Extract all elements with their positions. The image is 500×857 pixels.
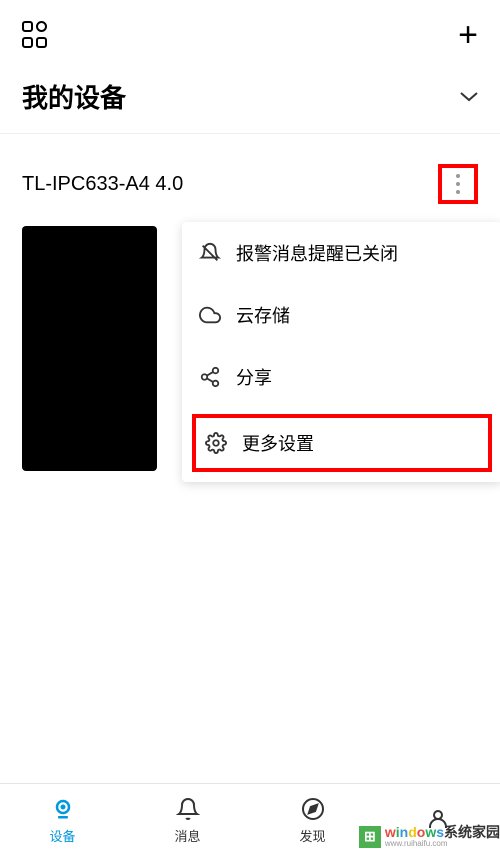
context-menu: 报警消息提醒已关闭 云存储 分享 更多设置 bbox=[182, 222, 500, 482]
page-title: 我的设备 bbox=[22, 78, 126, 115]
bell-off-icon bbox=[198, 241, 222, 265]
chevron-down-icon[interactable] bbox=[460, 85, 478, 108]
more-options-button[interactable] bbox=[438, 164, 478, 204]
device-name: TL-IPC633-A4 4.0 bbox=[22, 173, 183, 196]
add-device-icon[interactable]: + bbox=[458, 18, 478, 52]
layout-grid-icon[interactable] bbox=[22, 21, 50, 49]
menu-label: 报警消息提醒已关闭 bbox=[236, 240, 398, 266]
menu-item-share[interactable]: 分享 bbox=[182, 346, 500, 408]
menu-label: 分享 bbox=[236, 364, 272, 390]
nav-label: 设备 bbox=[49, 826, 75, 845]
cloud-icon bbox=[198, 303, 222, 327]
nav-label: 发现 bbox=[299, 826, 325, 845]
menu-label: 更多设置 bbox=[242, 430, 314, 456]
watermark-sub: www.ruihaifu.com bbox=[385, 840, 500, 849]
watermark-logo-icon: ⊞ bbox=[359, 826, 381, 848]
menu-item-cloud[interactable]: 云存储 bbox=[182, 284, 500, 346]
camera-preview[interactable] bbox=[22, 226, 157, 471]
share-icon bbox=[198, 365, 222, 389]
discover-icon bbox=[300, 796, 326, 822]
nav-label: 消息 bbox=[174, 826, 200, 845]
watermark: ⊞ windows系统家园 www.ruihaifu.com bbox=[359, 825, 500, 849]
settings-icon bbox=[204, 431, 228, 455]
nav-item-discover[interactable]: 发现 bbox=[250, 784, 375, 857]
device-icon bbox=[50, 796, 76, 822]
menu-label: 云存储 bbox=[236, 302, 290, 328]
message-icon bbox=[175, 796, 201, 822]
nav-item-devices[interactable]: 设备 bbox=[0, 784, 125, 857]
watermark-main: windows系统家园 bbox=[385, 825, 500, 840]
menu-item-alarm[interactable]: 报警消息提醒已关闭 bbox=[182, 222, 500, 284]
device-card: TL-IPC633-A4 4.0 报警消息提醒已关闭 云存储 bbox=[0, 164, 500, 471]
menu-item-more-settings[interactable]: 更多设置 bbox=[192, 414, 492, 472]
nav-item-messages[interactable]: 消息 bbox=[125, 784, 250, 857]
